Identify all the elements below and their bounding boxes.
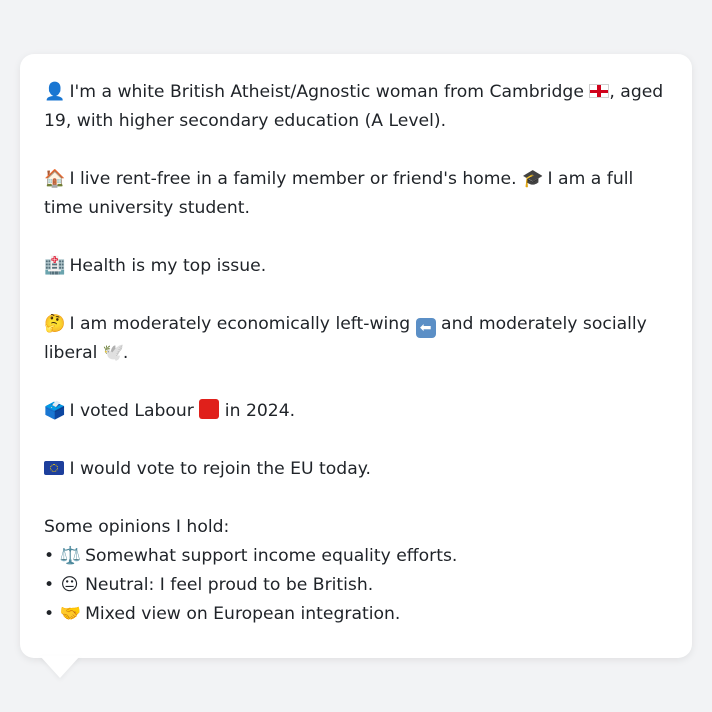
eu-flag-icon: [44, 461, 64, 475]
hospital-icon: 🏥: [44, 256, 66, 276]
chat-page: 👤 I'm a white British Atheist/Agnostic w…: [0, 0, 712, 712]
graduation-cap-icon: 🎓: [522, 169, 544, 189]
thinking-face-icon: 🤔: [44, 314, 66, 334]
intro-text-1: I'm a white British Atheist/Agnostic wom…: [69, 82, 590, 102]
opinions-list: ⚖️ Somewhat support income equality effo…: [44, 542, 668, 629]
opinion-text: Mixed view on European integration.: [85, 604, 401, 624]
list-item: 🤝 Mixed view on European integration.: [44, 600, 668, 629]
eu-text: I would vote to rejoin the EU today.: [69, 459, 371, 479]
issue-paragraph: 🏥 Health is my top issue.: [44, 252, 668, 281]
intro-paragraph: 👤 I'm a white British Atheist/Agnostic w…: [44, 78, 668, 136]
bubble-tail: [40, 656, 80, 678]
politics-paragraph: 🤔 I am moderately economically left-wing…: [44, 310, 668, 368]
housing-paragraph: 🏠 I live rent-free in a family member or…: [44, 165, 668, 223]
dove-icon: 🕊️: [102, 343, 125, 363]
vote-text-1: I voted Labour: [69, 401, 200, 421]
issue-text: Health is my top issue.: [69, 256, 267, 276]
left-arrow-icon: ⬅: [415, 318, 436, 338]
housing-text: I live rent-free in a family member or f…: [69, 169, 523, 189]
bust-in-silhouette-icon: 👤: [44, 82, 66, 102]
vote-text-2: in 2024.: [219, 401, 296, 421]
politics-text-3: .: [122, 343, 129, 363]
ballot-box-icon: 🗳️: [44, 401, 66, 421]
balance-scale-icon: ⚖️: [59, 546, 82, 566]
handshake-icon: 🤝: [59, 604, 82, 624]
red-square-icon: [199, 399, 220, 419]
house-icon: 🏠: [44, 169, 66, 189]
neutral-face-icon: 😐: [60, 575, 79, 595]
vote-paragraph: 🗳️ I voted Labour in 2024.: [44, 397, 668, 426]
opinions-section: Some opinions I hold: ⚖️ Somewhat suppor…: [44, 513, 668, 629]
politics-text-1: I am moderately economically left-wing: [69, 314, 416, 334]
list-item: ⚖️ Somewhat support income equality effo…: [44, 542, 668, 571]
eu-paragraph: I would vote to rejoin the EU today.: [44, 455, 668, 484]
message-bubble: 👤 I'm a white British Atheist/Agnostic w…: [20, 54, 692, 658]
opinion-text: Somewhat support income equality efforts…: [85, 546, 458, 566]
england-flag-icon: [589, 84, 610, 98]
opinions-heading: Some opinions I hold:: [44, 517, 230, 537]
opinion-text: Neutral: I feel proud to be British.: [85, 575, 374, 595]
list-item: 😐 Neutral: I feel proud to be British.: [44, 571, 668, 600]
